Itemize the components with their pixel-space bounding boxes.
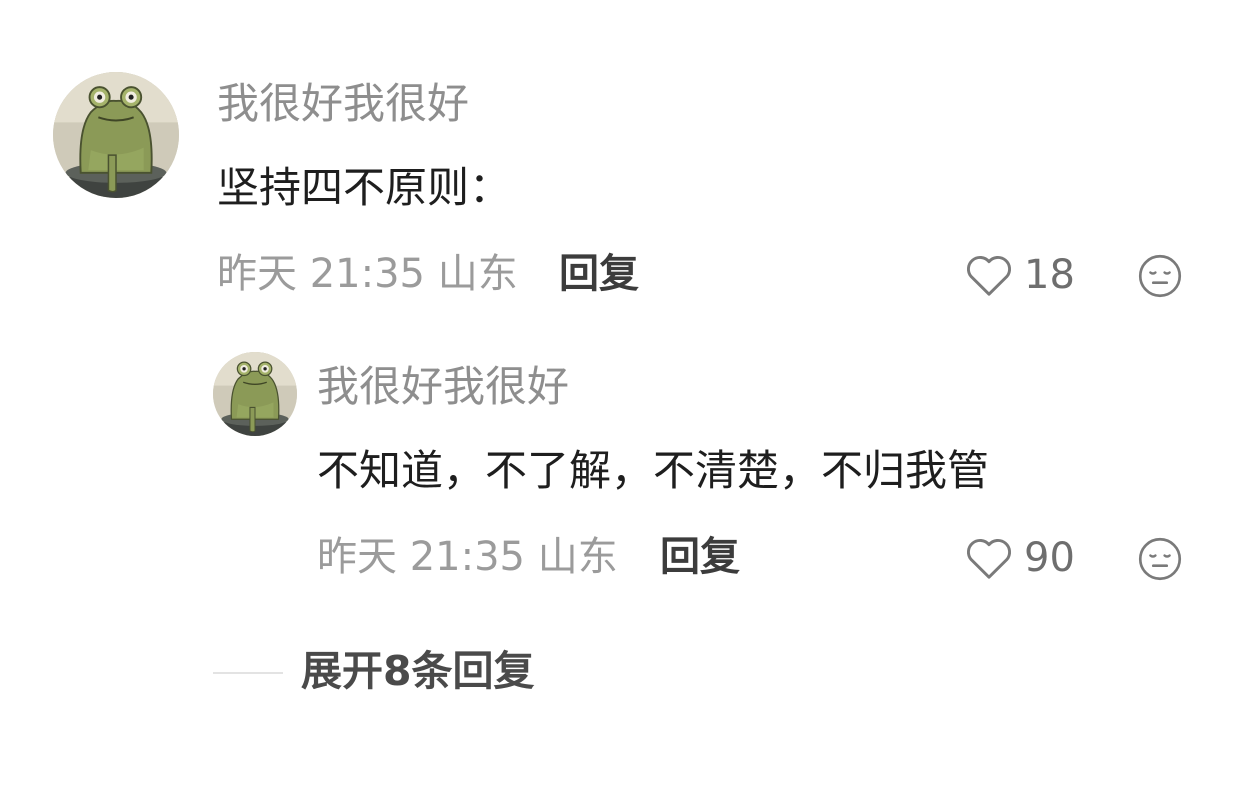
- comment-text: 不知道，不了解，不清楚，不归我管: [317, 446, 990, 495]
- comment-meta: 昨天 21:35 山东: [317, 534, 618, 580]
- frog-avatar-icon: [213, 352, 297, 436]
- avatar[interactable]: [213, 352, 297, 436]
- like-count: 90: [1024, 535, 1075, 581]
- comment-item: 我很好我很好 坚持四不原则： 昨天 21:35 山东 回复 18: [0, 0, 1260, 320]
- expand-replies[interactable]: 展开8条回复: [213, 645, 713, 701]
- like-button[interactable]: 18: [964, 252, 1075, 298]
- avatar[interactable]: [53, 72, 179, 198]
- expand-divider: [213, 672, 283, 674]
- reply-item: 我很好我很好 不知道，不了解，不清楚，不归我管 昨天 21:35 山东 回复 9…: [0, 330, 1260, 610]
- reply-button[interactable]: 回复: [559, 254, 639, 294]
- reply-button[interactable]: 回复: [660, 537, 740, 577]
- username[interactable]: 我很好我很好: [317, 366, 569, 408]
- comment-text: 坚持四不原则：: [217, 163, 512, 212]
- expand-replies-label[interactable]: 展开8条回复: [301, 651, 535, 692]
- neutral-face-icon: [1138, 254, 1182, 298]
- dislike-button[interactable]: [1137, 536, 1183, 582]
- username[interactable]: 我很好我很好: [217, 83, 469, 125]
- comment-meta: 昨天 21:35 山东: [217, 251, 518, 297]
- like-button[interactable]: 90: [964, 535, 1075, 581]
- frog-avatar-icon: [53, 72, 179, 198]
- heart-outline-icon: [964, 535, 1014, 581]
- heart-outline-icon: [964, 252, 1014, 298]
- neutral-face-icon: [1138, 537, 1182, 581]
- like-count: 18: [1024, 252, 1075, 298]
- dislike-button[interactable]: [1137, 253, 1183, 299]
